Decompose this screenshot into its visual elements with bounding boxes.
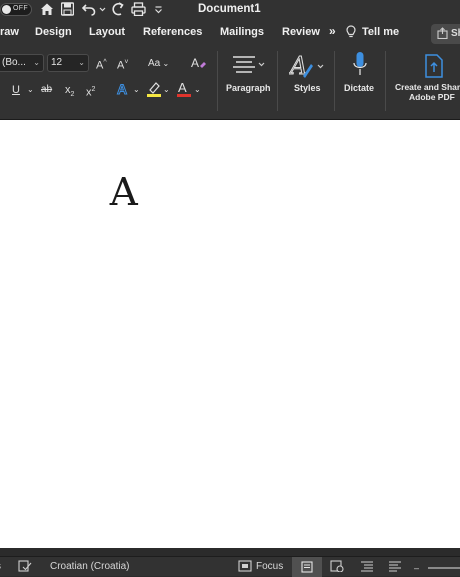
tab-layout[interactable]: Layout: [89, 26, 125, 38]
focus-mode-label[interactable]: Focus: [256, 561, 283, 572]
tell-me-search[interactable]: Tell me: [362, 26, 399, 38]
ribbon-separator: [385, 51, 386, 111]
undo-icon[interactable]: [81, 2, 96, 18]
styles-icon[interactable]: A: [288, 52, 327, 84]
tab-review[interactable]: Review: [282, 26, 320, 38]
superscript-button[interactable]: x2: [86, 83, 95, 100]
focus-icon[interactable]: [238, 560, 252, 575]
tabs-overflow-button[interactable]: »: [329, 24, 336, 38]
clear-formatting-icon[interactable]: A: [191, 55, 207, 75]
svg-text:A: A: [178, 80, 187, 95]
underline-dropdown-chevron-icon[interactable]: ⌄: [27, 83, 34, 97]
status-bar: s Croatian (Croatia) Focus –: [0, 556, 460, 577]
print-layout-view-button[interactable]: [292, 557, 322, 577]
underline-button[interactable]: U: [12, 83, 20, 97]
customize-toolbar-icon[interactable]: [154, 2, 163, 18]
svg-text:A: A: [191, 56, 199, 70]
lightbulb-icon: [346, 25, 356, 42]
svg-text:A: A: [117, 81, 127, 97]
document-canvas[interactable]: A: [0, 120, 460, 548]
share-icon: [437, 27, 448, 42]
language-indicator[interactable]: Croatian (Croatia): [50, 561, 129, 572]
ribbon-separator: [217, 51, 218, 111]
subscript-button[interactable]: x2: [65, 83, 74, 102]
outline-view-icon[interactable]: [360, 560, 374, 575]
web-layout-icon[interactable]: [330, 560, 344, 575]
strikethrough-button[interactable]: ab: [41, 83, 52, 97]
font-size-value: 12: [51, 57, 63, 68]
chevron-down-icon: ⌄: [33, 58, 40, 67]
ribbon-separator: [334, 51, 335, 111]
tab-mailings[interactable]: Mailings: [220, 26, 264, 38]
chevron-down-icon: ⌄: [78, 58, 85, 67]
highlight-chevron-icon[interactable]: ⌄: [163, 83, 170, 97]
text-effects-chevron-icon[interactable]: ⌄: [133, 83, 140, 97]
tab-draw[interactable]: raw: [0, 26, 19, 38]
share-label: Sh: [451, 28, 460, 39]
ribbon-tabs: raw Design Layout References Mailings Re…: [0, 20, 460, 47]
font-name-value: (Bo...: [2, 57, 26, 68]
paragraph-icon[interactable]: [231, 54, 265, 80]
share-button[interactable]: Sh: [431, 24, 460, 44]
tab-references[interactable]: References: [143, 26, 202, 38]
autosave-label: OFF: [13, 5, 28, 12]
document-bottom-gap: [0, 548, 460, 556]
font-size-select[interactable]: 12 ⌄: [47, 54, 89, 72]
word-count-fragment[interactable]: s: [0, 561, 1, 572]
grow-font-button[interactable]: A^: [96, 56, 107, 73]
font-color-icon[interactable]: A: [176, 80, 192, 102]
autosave-toggle[interactable]: OFF: [0, 3, 32, 16]
font-color-chevron-icon[interactable]: ⌄: [194, 83, 201, 97]
document-text[interactable]: A: [110, 170, 138, 214]
undo-dropdown-chevron-icon[interactable]: [99, 2, 106, 18]
adobe-pdf-label-line2: Adobe PDF: [409, 92, 455, 102]
tab-design[interactable]: Design: [35, 26, 72, 38]
redo-icon[interactable]: [111, 2, 125, 18]
proofing-icon[interactable]: [18, 560, 32, 575]
title-bar: OFF Document1: [0, 0, 460, 20]
shrink-font-button[interactable]: A˅: [117, 56, 128, 73]
ribbon-home: (Bo... ⌄ 12 ⌄ A^ A˅ Aa ⌄ A U ⌄ ab x2 x2 …: [0, 47, 460, 120]
text-effects-icon[interactable]: A: [116, 81, 132, 101]
draft-view-icon[interactable]: [388, 560, 402, 575]
print-icon[interactable]: [131, 2, 146, 18]
zoom-slider[interactable]: [428, 567, 460, 569]
home-icon[interactable]: [40, 2, 54, 18]
microphone-icon[interactable]: [352, 51, 368, 83]
autosave-knob: [2, 5, 11, 14]
zoom-out-button[interactable]: –: [414, 563, 419, 573]
dictate-label: Dictate: [344, 83, 375, 93]
styles-label: Styles: [294, 83, 321, 93]
adobe-pdf-icon[interactable]: [423, 53, 445, 83]
adobe-pdf-label-line1: Create and Share: [395, 82, 460, 92]
ribbon-separator: [277, 51, 278, 111]
change-case-button[interactable]: Aa ⌄: [148, 57, 169, 71]
highlight-icon[interactable]: [146, 80, 162, 102]
paragraph-label: Paragraph: [226, 83, 271, 93]
font-name-select[interactable]: (Bo... ⌄: [0, 54, 44, 72]
document-title: Document1: [198, 3, 261, 15]
save-icon[interactable]: [60, 2, 75, 18]
